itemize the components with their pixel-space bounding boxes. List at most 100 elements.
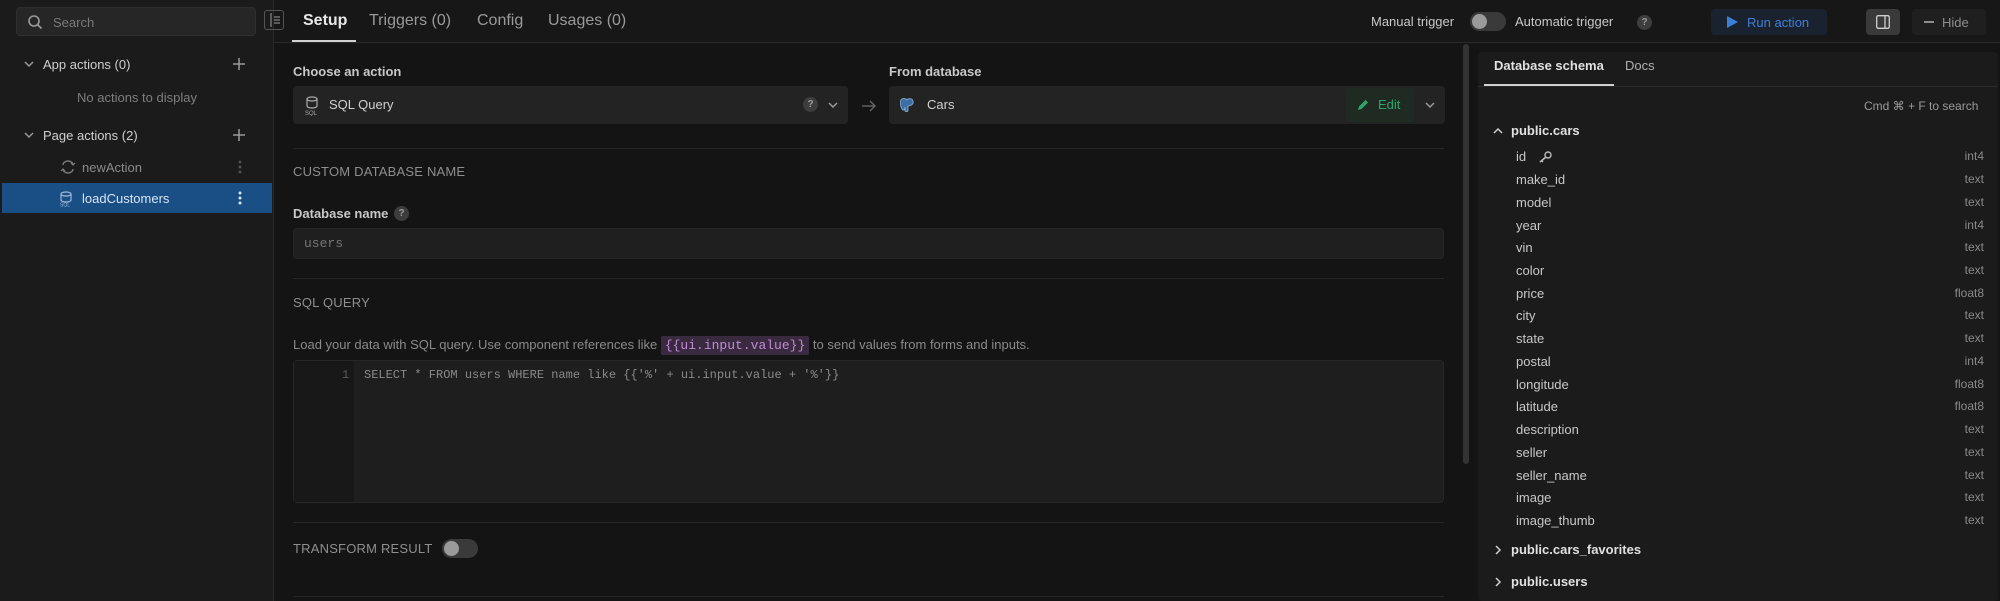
- sql-query-text[interactable]: SELECT * FROM users WHERE name like {{'%…: [364, 368, 839, 382]
- column-type: text: [1964, 308, 1984, 322]
- column-name: state: [1516, 331, 1545, 346]
- editor-gutter: [294, 361, 354, 502]
- schema-column: image_thumb text: [1516, 510, 1984, 532]
- tab-triggers[interactable]: Triggers (0): [369, 12, 451, 30]
- toggle-knob: [1472, 14, 1487, 29]
- column-type: int4: [1964, 354, 1984, 368]
- help-suffix: to send values from forms and inputs.: [812, 337, 1030, 352]
- add-app-action-button[interactable]: [228, 53, 250, 75]
- column-name: year: [1516, 218, 1542, 233]
- tab-setup[interactable]: Setup: [303, 12, 347, 30]
- help-icon[interactable]: ?: [1637, 15, 1652, 30]
- empty-state-text: No actions to display: [77, 90, 197, 105]
- chevron-up-icon: [1493, 127, 1503, 134]
- column-type: float8: [1954, 399, 1984, 413]
- column-name: color: [1516, 263, 1545, 278]
- tab-usages[interactable]: Usages (0): [548, 12, 626, 30]
- schema-column: year int4: [1516, 215, 1984, 237]
- column-type: text: [1964, 490, 1984, 504]
- run-action-button[interactable]: Run action: [1711, 9, 1827, 35]
- chevron-down-icon[interactable]: [24, 130, 34, 140]
- chevron-right-icon: [1495, 577, 1502, 587]
- table-name: public.users: [1511, 574, 1588, 589]
- column-name: image: [1516, 490, 1552, 505]
- chevron-down-icon[interactable]: [1425, 100, 1435, 110]
- help-prefix: Load your data with SQL query. Use compo…: [293, 337, 658, 352]
- tab-database-schema[interactable]: Database schema: [1494, 58, 1604, 73]
- divider: [293, 278, 1444, 279]
- from-database-label: From database: [889, 64, 982, 79]
- column-name: longitude: [1516, 377, 1569, 392]
- schema-column: latitude float8: [1516, 396, 1984, 418]
- chevron-down-icon[interactable]: [24, 59, 34, 69]
- transform-result-toggle[interactable]: [442, 539, 478, 558]
- schema-column: city text: [1516, 305, 1984, 327]
- tab-docs[interactable]: Docs: [1625, 58, 1655, 73]
- help-icon[interactable]: ?: [394, 206, 409, 221]
- pencil-icon: [1358, 100, 1368, 110]
- action-item-loadcustomers[interactable]: SQL loadCustomers: [2, 183, 272, 213]
- schema-column: image text: [1516, 487, 1984, 509]
- column-type: float8: [1954, 377, 1984, 391]
- action-item-newaction[interactable]: newAction: [2, 152, 272, 182]
- more-options-icon[interactable]: [238, 190, 246, 206]
- help-code-snippet: {{ui.input.value}}: [660, 336, 810, 355]
- action-type-value: SQL Query: [329, 97, 394, 112]
- add-page-action-button[interactable]: [228, 124, 250, 146]
- edit-label: Edit: [1378, 97, 1401, 112]
- schema-column: seller text: [1516, 442, 1984, 464]
- hide-label: Hide: [1942, 15, 1969, 30]
- scrollbar[interactable]: [1463, 44, 1469, 464]
- column-type: int4: [1964, 149, 1984, 163]
- toggle-side-panel-button[interactable]: [1866, 9, 1900, 35]
- arrow-right-icon: [861, 100, 877, 112]
- database-select[interactable]: Cars Edit: [889, 86, 1445, 124]
- tab-config[interactable]: Config: [477, 12, 523, 30]
- column-type: text: [1964, 513, 1984, 527]
- search-input[interactable]: [51, 8, 250, 37]
- setup-panel: [275, 44, 1465, 601]
- action-item-label: loadCustomers: [82, 191, 170, 206]
- active-tab-indicator: [1484, 84, 1614, 86]
- column-name: price: [1516, 286, 1545, 301]
- hide-button[interactable]: Hide: [1912, 9, 1986, 35]
- column-type: text: [1964, 263, 1984, 277]
- edit-database-button[interactable]: Edit: [1346, 88, 1414, 122]
- sql-editor[interactable]: 1 SELECT * FROM users WHERE name like {{…: [293, 360, 1444, 503]
- table-name: public.cars: [1511, 123, 1580, 138]
- search-box[interactable]: [16, 7, 256, 37]
- svg-text:SQL: SQL: [305, 111, 318, 116]
- schema-column: make_id text: [1516, 169, 1984, 191]
- action-item-label: newAction: [82, 160, 142, 175]
- column-name: seller_name: [1516, 468, 1587, 483]
- action-type-select[interactable]: SQL SQL Query ?: [293, 86, 848, 124]
- collapse-sidebar-icon[interactable]: [264, 10, 284, 30]
- more-options-icon[interactable]: [238, 159, 246, 175]
- custom-db-section-title: CUSTOM DATABASE NAME: [293, 164, 466, 179]
- automatic-trigger-label: Automatic trigger: [1515, 14, 1614, 29]
- help-icon[interactable]: ?: [803, 97, 818, 112]
- column-name: latitude: [1516, 399, 1558, 414]
- column-name: vin: [1516, 240, 1533, 255]
- svg-text:SQL: SQL: [60, 203, 70, 208]
- column-name: city: [1516, 308, 1536, 323]
- database-name-input[interactable]: [293, 228, 1444, 259]
- schema-column: longitude float8: [1516, 374, 1984, 396]
- column-type: text: [1964, 240, 1984, 254]
- database-value: Cars: [927, 97, 955, 112]
- db-name-label: Database name: [293, 206, 389, 221]
- divider: [293, 148, 1444, 149]
- trigger-mode-toggle[interactable]: [1470, 12, 1506, 31]
- column-type: float8: [1954, 286, 1984, 300]
- chevron-down-icon: [828, 100, 838, 110]
- column-name: seller: [1516, 445, 1548, 460]
- column-name: make_id: [1516, 172, 1566, 187]
- column-name: image_thumb: [1516, 513, 1595, 528]
- app-actions-header[interactable]: App actions (0): [0, 50, 274, 78]
- chevron-right-icon: [1495, 545, 1502, 555]
- schema-column: state text: [1516, 328, 1984, 350]
- schema-column: color text: [1516, 260, 1984, 282]
- choose-action-label: Choose an action: [293, 64, 402, 79]
- postgres-icon: [899, 97, 915, 113]
- page-actions-header[interactable]: Page actions (2): [0, 121, 274, 149]
